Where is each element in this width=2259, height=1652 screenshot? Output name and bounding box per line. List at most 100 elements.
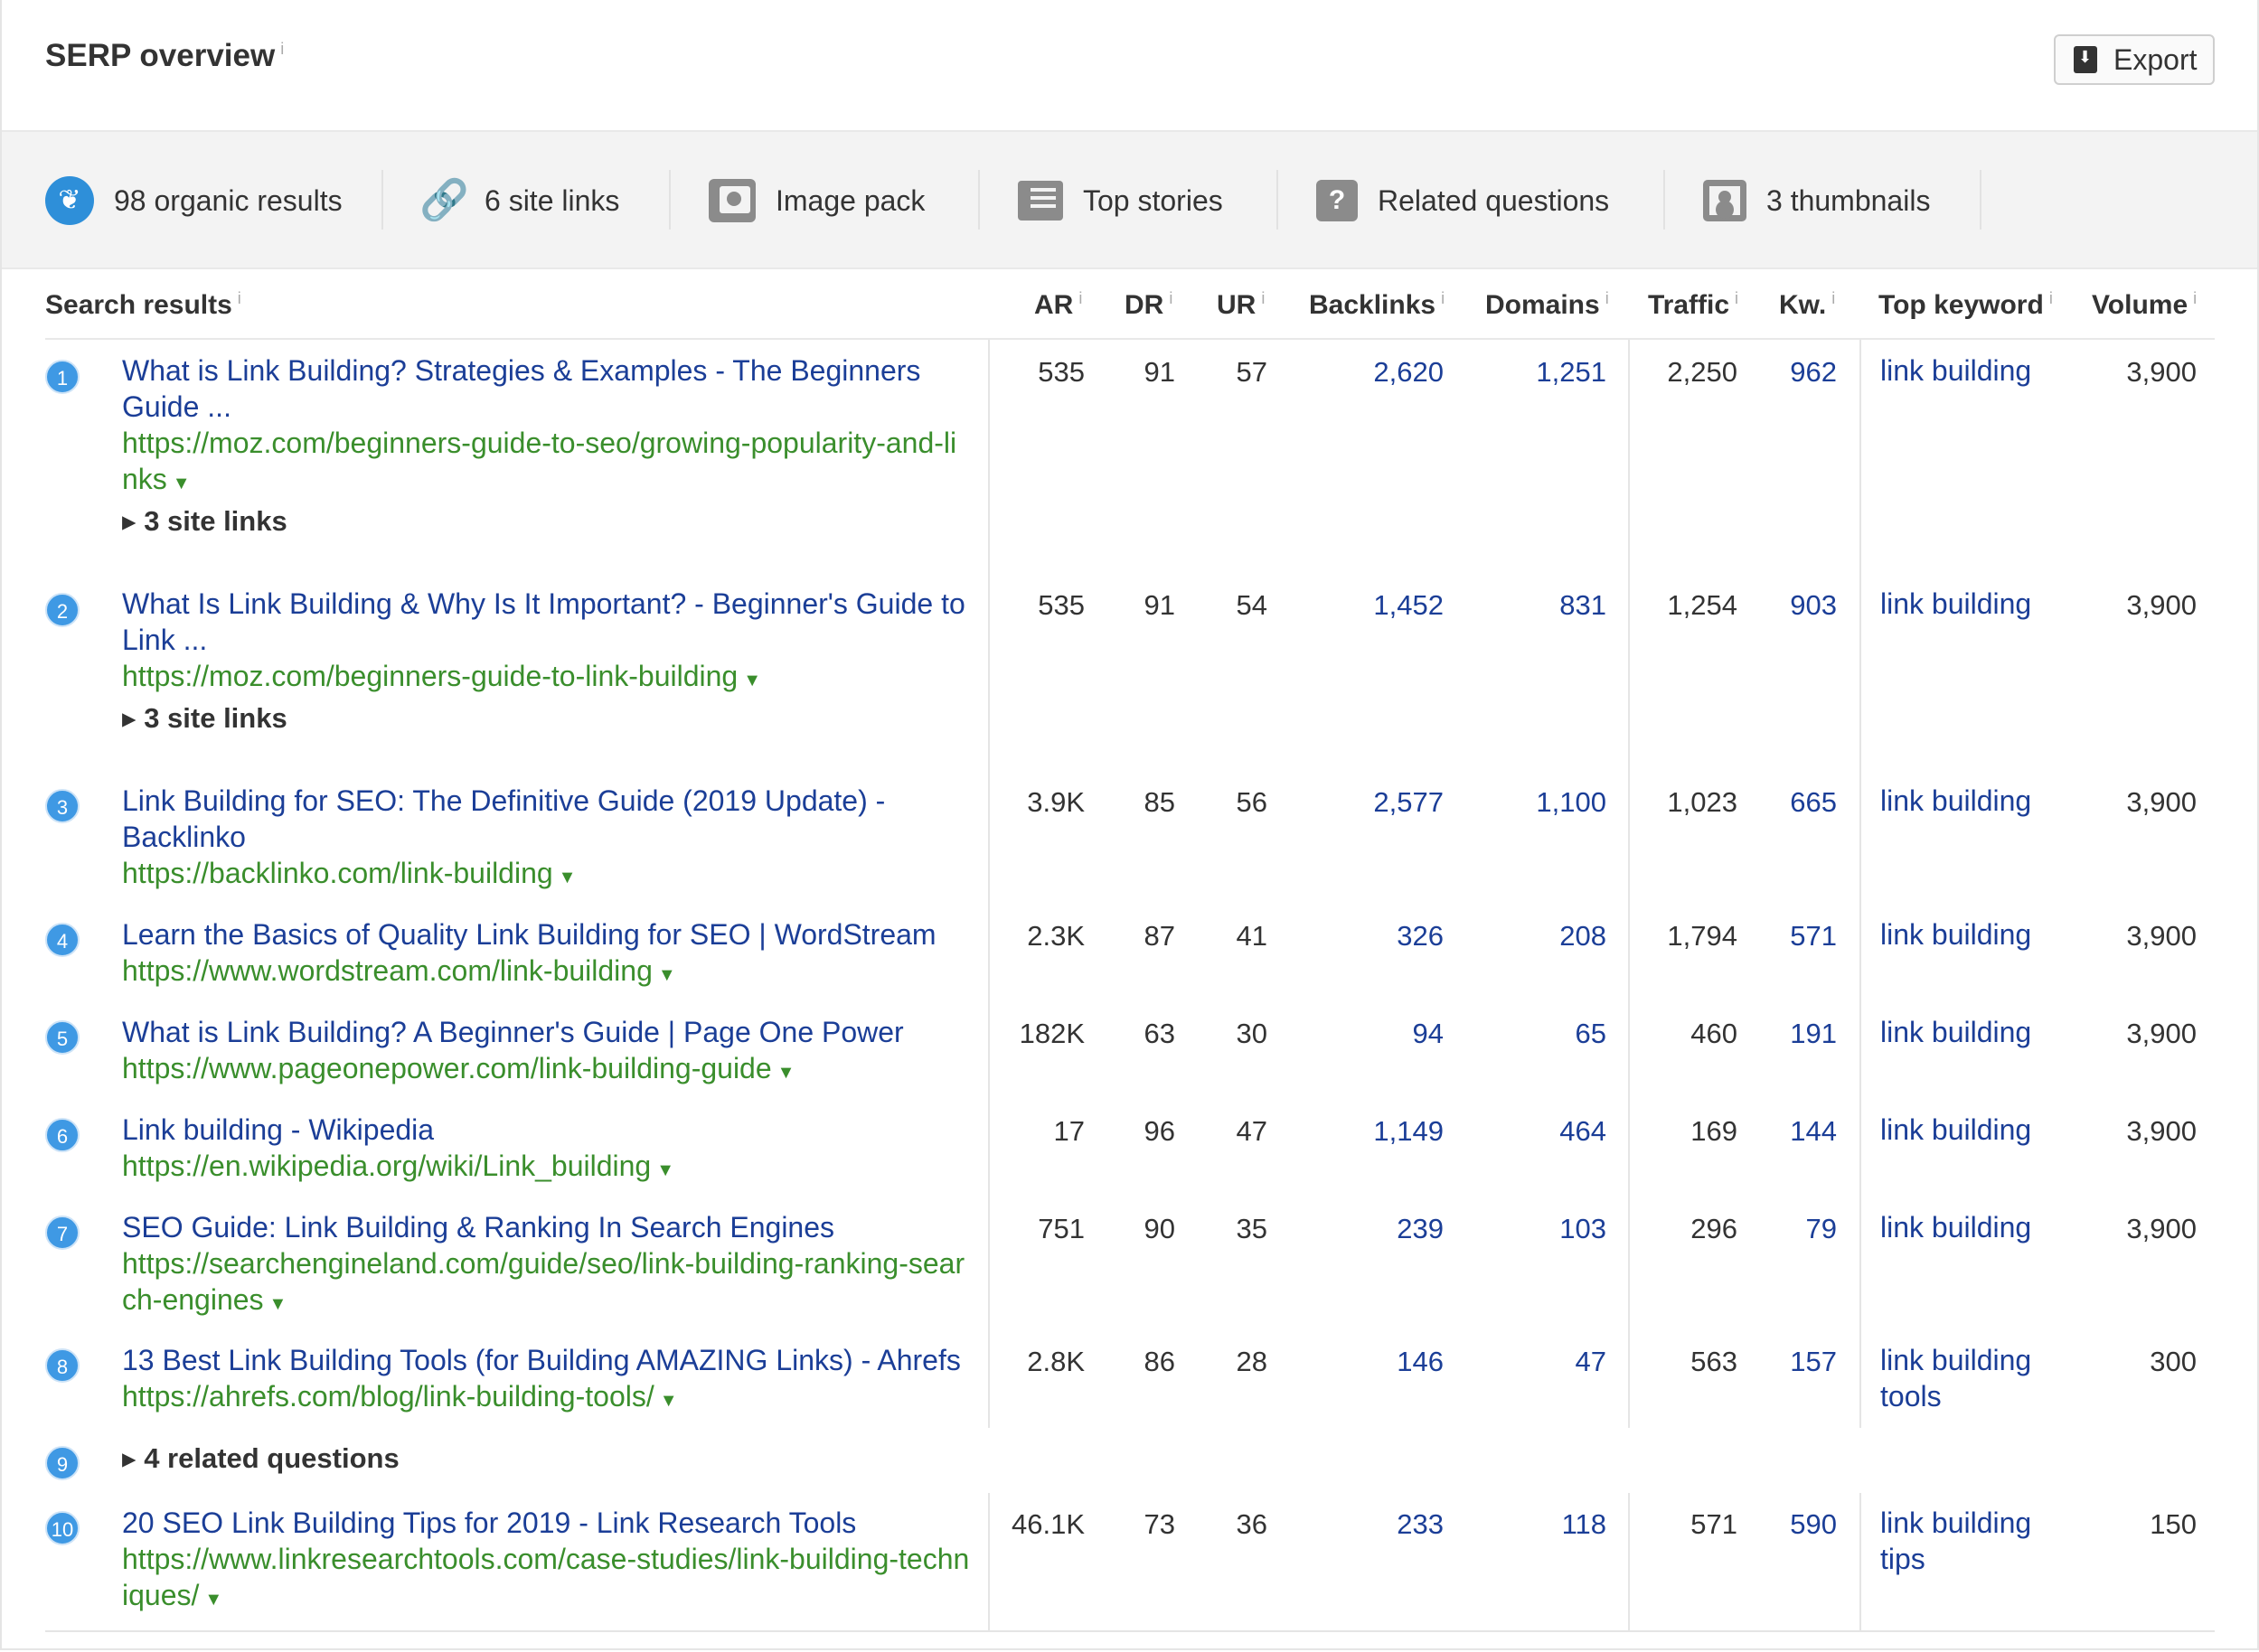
result-url[interactable]: https://ahrefs.com/blog/link-building-to… [122,1378,972,1419]
cell-top-keyword[interactable]: link building [1880,1014,2061,1050]
column-dr[interactable]: DR i [1125,289,1172,321]
caret-down-icon[interactable]: ▼ [658,965,676,985]
cell-backlinks[interactable]: 1,452 [1329,589,1444,622]
cell-domains[interactable]: 103 [1492,1213,1606,1245]
cell-domains[interactable]: 65 [1492,1018,1606,1050]
caret-down-icon[interactable]: ▼ [777,1063,795,1083]
result-url-text[interactable]: https://ahrefs.com/blog/link-building-to… [122,1380,654,1413]
feature-related-questions[interactable]: ? Related questions [1316,177,1609,224]
cell-top-keyword[interactable]: link building [1880,1209,2061,1245]
cell-top-keyword[interactable]: link building [1880,352,2061,389]
site-links-toggle[interactable]: ▸ 3 site links [122,505,287,538]
result-url-text[interactable]: https://backlinko.com/link-building [122,857,553,889]
cell-kw[interactable]: 903 [1763,589,1837,622]
result-url-text[interactable]: https://searchengineland.com/guide/seo/l… [122,1247,965,1316]
cell-domains[interactable]: 1,251 [1492,356,1606,389]
cell-backlinks[interactable]: 146 [1329,1346,1444,1378]
result-url[interactable]: https://backlinko.com/link-building ▼ [122,855,972,896]
cell-backlinks[interactable]: 2,577 [1329,786,1444,819]
result-url-text[interactable]: https://www.wordstream.com/link-building [122,954,653,987]
caret-down-icon[interactable]: ▼ [559,868,577,887]
result-title-link[interactable]: 20 SEO Link Building Tips for 2019 - Lin… [122,1505,972,1541]
info-icon[interactable]: i [2193,289,2197,307]
cell-domains[interactable]: 208 [1492,920,1606,953]
cell-kw[interactable]: 191 [1763,1018,1837,1050]
info-icon[interactable]: i [1261,289,1265,307]
cell-kw[interactable]: 79 [1763,1213,1837,1245]
info-icon[interactable]: i [1831,289,1835,307]
cell-top-keyword[interactable]: link building [1880,916,2061,953]
feature-thumbnails[interactable]: 3 thumbnails [1703,177,1930,224]
feature-top-stories[interactable]: Top stories [1018,177,1223,224]
caret-down-icon[interactable]: ▼ [173,474,191,493]
result-url[interactable]: https://www.pageonepower.com/link-buildi… [122,1050,972,1091]
result-url-text[interactable]: https://www.pageonepower.com/link-buildi… [122,1052,772,1084]
result-url-text[interactable]: https://www.linkresearchtools.com/case-s… [122,1543,969,1611]
column-traffic[interactable]: Traffic i [1648,289,1738,321]
feature-image-pack[interactable]: Image pack [709,177,925,224]
info-icon[interactable]: i [238,289,241,307]
result-title-link[interactable]: Learn the Basics of Quality Link Buildin… [122,916,972,953]
info-icon[interactable]: i [1078,289,1082,307]
column-backlinks[interactable]: Backlinks i [1309,289,1445,321]
cell-kw[interactable]: 962 [1763,356,1837,389]
cell-backlinks[interactable]: 326 [1329,920,1444,953]
result-url[interactable]: https://www.wordstream.com/link-building… [122,953,972,993]
column-ur[interactable]: UR i [1217,289,1265,321]
cell-backlinks[interactable]: 94 [1329,1018,1444,1050]
cell-backlinks[interactable]: 2,620 [1329,356,1444,389]
cell-kw[interactable]: 590 [1763,1508,1837,1541]
cell-top-keyword[interactable]: link building tools [1880,1342,2052,1414]
column-volume[interactable]: Volume i [2092,289,2197,321]
info-icon[interactable]: i [280,40,284,58]
info-icon[interactable]: i [2049,289,2053,307]
result-url-text[interactable]: https://moz.com/beginners-guide-to-seo/g… [122,427,956,495]
cell-kw[interactable]: 157 [1763,1346,1837,1378]
cell-top-keyword[interactable]: link building [1880,1112,2061,1148]
export-button[interactable]: Export [2054,34,2215,85]
site-links-toggle[interactable]: ▸ 3 site links [122,702,287,735]
result-title-link[interactable]: What Is Link Building & Why Is It Import… [122,586,972,658]
result-url-text[interactable]: https://en.wikipedia.org/wiki/Link_build… [122,1150,651,1182]
result-title-link[interactable]: Link Building for SEO: The Definitive Gu… [122,783,972,855]
column-search-results[interactable]: Search results i [45,289,241,321]
result-url[interactable]: https://searchengineland.com/guide/seo/l… [122,1245,972,1322]
cell-domains[interactable]: 464 [1492,1115,1606,1148]
result-url-text[interactable]: https://moz.com/beginners-guide-to-link-… [122,660,738,692]
caret-down-icon[interactable]: ▼ [656,1160,674,1180]
info-icon[interactable]: i [1735,289,1738,307]
result-title-link[interactable]: What is Link Building? A Beginner's Guid… [122,1014,972,1050]
cell-domains[interactable]: 1,100 [1492,786,1606,819]
cell-top-keyword[interactable]: link building tips [1880,1505,2052,1577]
feature-site-links[interactable]: 🔗 6 site links [419,177,619,224]
cell-kw[interactable]: 571 [1763,920,1837,953]
caret-down-icon[interactable]: ▼ [743,671,761,690]
cell-domains[interactable]: 47 [1492,1346,1606,1378]
result-url[interactable]: https://en.wikipedia.org/wiki/Link_build… [122,1148,972,1188]
result-title-link[interactable]: 13 Best Link Building Tools (for Buildin… [122,1342,972,1378]
caret-down-icon[interactable]: ▼ [204,1590,222,1610]
cell-backlinks[interactable]: 239 [1329,1213,1444,1245]
cell-domains[interactable]: 831 [1492,589,1606,622]
caret-down-icon[interactable]: ▼ [660,1391,678,1411]
related-questions-toggle[interactable]: ▸ 4 related questions [122,1442,400,1475]
column-ar[interactable]: AR i [1034,289,1082,321]
result-title-link[interactable]: Link building - Wikipedia [122,1112,972,1148]
cell-top-keyword[interactable]: link building [1880,783,2061,819]
result-title-link[interactable]: SEO Guide: Link Building & Ranking In Se… [122,1209,972,1245]
cell-kw[interactable]: 665 [1763,786,1837,819]
column-kw[interactable]: Kw. i [1779,289,1835,321]
cell-backlinks[interactable]: 233 [1329,1508,1444,1541]
feature-organic-results[interactable]: ❦ 98 organic results [45,176,343,225]
cell-top-keyword[interactable]: link building [1880,586,2061,622]
result-url[interactable]: https://www.linkresearchtools.com/case-s… [122,1541,972,1618]
result-url[interactable]: https://moz.com/beginners-guide-to-seo/g… [122,425,972,502]
info-icon[interactable]: i [1169,289,1172,307]
result-title-link[interactable]: What is Link Building? Strategies & Exam… [122,352,972,425]
column-top-keyword[interactable]: Top keyword i [1878,289,2053,321]
cell-domains[interactable]: 118 [1492,1508,1606,1541]
column-domains[interactable]: Domains i [1485,289,1609,321]
info-icon[interactable]: i [1441,289,1445,307]
cell-backlinks[interactable]: 1,149 [1329,1115,1444,1148]
caret-down-icon[interactable]: ▼ [269,1294,287,1314]
